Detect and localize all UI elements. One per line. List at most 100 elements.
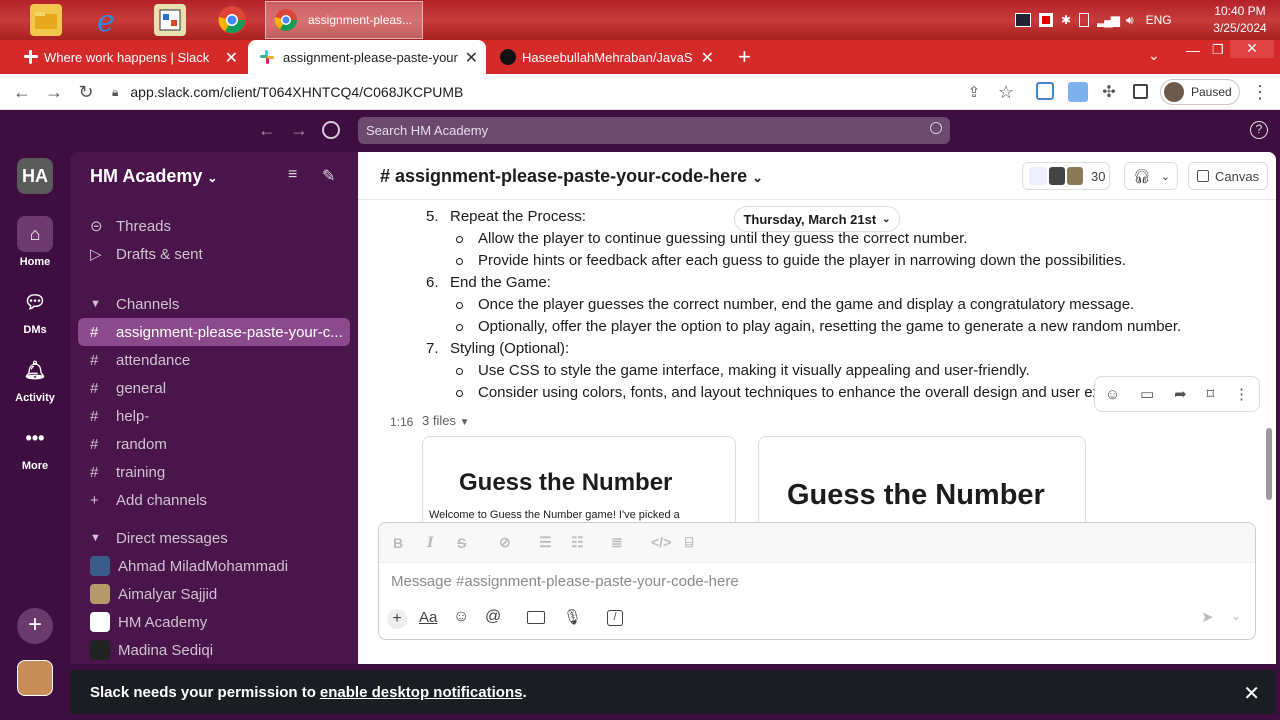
history-forward-icon[interactable]: → <box>290 120 308 141</box>
tab-search-dropdown-icon[interactable]: ⌄ <box>1148 47 1160 64</box>
channels-section-header[interactable]: ▼ Channels <box>78 290 350 318</box>
internet-explorer-icon[interactable]: e <box>92 4 124 36</box>
files-toggle[interactable]: 3 files ▼ <box>422 413 470 428</box>
extension-app-icon[interactable] <box>1068 82 1088 102</box>
side-panel-icon[interactable] <box>1133 84 1148 99</box>
taskbar-active-chrome-window[interactable]: assignment-pleas... <box>265 1 423 39</box>
user-avatar[interactable] <box>17 660 53 696</box>
create-new-button[interactable]: + <box>17 608 53 644</box>
shortcuts-slash-icon[interactable]: / <box>607 610 623 626</box>
forward-arrow-icon[interactable]: → <box>42 80 66 104</box>
slack-search-bar[interactable]: Search HM Academy <box>358 117 950 144</box>
close-tab-icon[interactable]: ✕ <box>701 48 714 68</box>
italic-icon[interactable]: I <box>427 535 434 551</box>
extensions-puzzle-icon[interactable]: ✣ <box>1097 80 1121 104</box>
rail-activity[interactable]: 🔔︎ Activity <box>0 352 70 405</box>
date-divider[interactable]: Thursday, March 21st ⌄ <box>734 206 900 232</box>
add-reaction-icon[interactable]: ☺ <box>1105 386 1120 403</box>
sidebar-item-channel[interactable]: # general <box>78 374 350 402</box>
language-indicator[interactable]: ENG <box>1146 13 1172 27</box>
rail-more[interactable]: ••• More <box>0 420 70 473</box>
rail-dms[interactable]: 💬︎ DMs <box>0 284 70 337</box>
close-window-button[interactable]: ✕ <box>1230 40 1274 58</box>
file-attachment[interactable]: Guess the Number <box>758 436 1086 522</box>
close-icon[interactable]: ✕ <box>1243 681 1260 706</box>
add-channels-button[interactable]: + Add channels <box>78 486 350 514</box>
ordered-list-icon[interactable]: ☰ <box>539 534 552 551</box>
history-clock-icon[interactable] <box>322 121 340 139</box>
forward-icon[interactable]: ➦ <box>1174 385 1187 403</box>
sidebar-threads[interactable]: ⊝ Threads <box>78 212 350 240</box>
tray-security-icon[interactable] <box>1015 13 1031 27</box>
notepad-app-icon[interactable] <box>154 4 186 36</box>
workspace-switcher[interactable]: HA <box>17 158 53 194</box>
extension-screen-icon[interactable] <box>1036 82 1054 100</box>
back-arrow-icon[interactable]: ← <box>10 80 34 104</box>
dm-section-header[interactable]: ▼ Direct messages <box>78 524 350 552</box>
restore-window-button[interactable]: ❐ <box>1212 42 1224 58</box>
lock-icon[interactable]: 🔒︎ <box>112 85 118 100</box>
tray-flag-icon[interactable] <box>1039 13 1053 27</box>
bookmark-star-icon[interactable]: ☆ <box>994 80 1018 104</box>
channel-title-button[interactable]: # assignment-please-paste-your-code-here… <box>380 166 763 187</box>
bold-icon[interactable]: B <box>393 535 403 551</box>
more-actions-icon[interactable]: ⋮ <box>1234 385 1249 403</box>
strikethrough-icon[interactable]: S <box>457 535 466 551</box>
video-clip-icon[interactable] <box>527 611 545 624</box>
tab-slack-home[interactable]: Where work happens | Slack ✕ <box>10 40 246 74</box>
close-tab-icon[interactable]: ✕ <box>225 48 238 68</box>
emoji-icon[interactable]: ☺ <box>453 608 469 626</box>
profile-paused-button[interactable]: Paused <box>1160 79 1240 105</box>
sidebar-item-channel[interactable]: # help- <box>78 402 350 430</box>
address-bar[interactable]: 🔒︎ app.slack.com/client/T064XHNTCQ4/C068… <box>112 78 962 106</box>
browser-menu-icon[interactable]: ⋮ <box>1248 80 1272 104</box>
tab-github[interactable]: HaseebullahMehraban/JavaScrip ✕ <box>488 40 722 74</box>
sidebar-item-channel[interactable]: # training <box>78 458 350 486</box>
microphone-icon[interactable]: 🎙︎ <box>563 608 582 626</box>
message-timestamp[interactable]: 1:16 <box>390 415 413 429</box>
clock[interactable]: 10:40 PM 3/25/2024 <box>1200 3 1280 37</box>
sidebar-item-dm[interactable]: Aimalyar Sajjid <box>78 580 350 608</box>
history-back-icon[interactable]: ← <box>258 120 276 141</box>
code-icon[interactable]: </> <box>651 534 671 550</box>
code-block-icon[interactable]: ⌸ <box>685 534 693 551</box>
chrome-icon[interactable] <box>216 4 248 36</box>
sidebar-item-channel[interactable]: # assignment-please-paste-your-c... <box>78 318 350 346</box>
bullet-list-icon[interactable]: ☷ <box>571 534 584 551</box>
send-options-chevron-icon[interactable]: ⌄ <box>1231 609 1241 623</box>
filter-icon[interactable]: ≡ <box>288 166 297 184</box>
sidebar-item-dm[interactable]: Madina Sediqi <box>78 636 350 664</box>
help-icon[interactable]: ? <box>1250 121 1268 139</box>
link-icon[interactable]: ⊘ <box>499 534 511 551</box>
compose-icon[interactable]: ✎ <box>322 166 335 186</box>
members-button[interactable]: 30 <box>1022 162 1110 190</box>
canvas-button[interactable]: Canvas <box>1188 162 1268 190</box>
sidebar-item-channel[interactable]: # random <box>78 430 350 458</box>
reply-thread-icon[interactable]: ▭ <box>1140 385 1154 403</box>
reload-icon[interactable]: ↻ <box>74 80 98 104</box>
sidebar-drafts[interactable]: ▷ Drafts & sent <box>78 240 350 268</box>
formatting-toggle-icon[interactable]: Aa <box>419 609 437 626</box>
bluetooth-icon[interactable]: ✱ <box>1061 13 1071 27</box>
sidebar-item-dm[interactable]: Ahmad MiladMohammadi <box>78 552 350 580</box>
minimize-window-button[interactable]: — <box>1186 42 1200 58</box>
huddle-button[interactable]: 🎧︎ ⌄ <box>1124 162 1178 190</box>
enable-notifications-link[interactable]: enable desktop notifications <box>320 684 523 701</box>
save-bookmark-icon[interactable]: ⌑ <box>1206 385 1214 403</box>
tab-assignment-channel[interactable]: assignment-please-paste-your-cc ✕ <box>248 40 486 74</box>
blockquote-icon[interactable]: ≣ <box>611 534 623 551</box>
share-icon[interactable]: ⇪ <box>962 80 986 104</box>
sidebar-item-channel[interactable]: # attendance <box>78 346 350 374</box>
workspace-menu[interactable]: HM Academy ⌄ <box>90 166 217 187</box>
battery-icon[interactable] <box>1079 13 1090 27</box>
new-tab-button[interactable]: + <box>738 44 751 70</box>
file-attachment[interactable]: Guess the Number Welcome to Guess the Nu… <box>422 436 736 522</box>
file-explorer-icon[interactable] <box>30 4 62 36</box>
wifi-signal-icon[interactable]: ▂▄▆ <box>1097 13 1120 27</box>
attach-plus-button[interactable]: + <box>387 609 407 629</box>
volume-icon[interactable]: 🔊︎ <box>1126 13 1134 28</box>
send-icon[interactable]: ➤ <box>1201 608 1214 626</box>
scrollbar-thumb[interactable] <box>1266 428 1272 500</box>
sidebar-item-dm[interactable]: HM Academy <box>78 608 350 636</box>
message-input[interactable]: Message #assignment-please-paste-your-co… <box>391 573 739 590</box>
